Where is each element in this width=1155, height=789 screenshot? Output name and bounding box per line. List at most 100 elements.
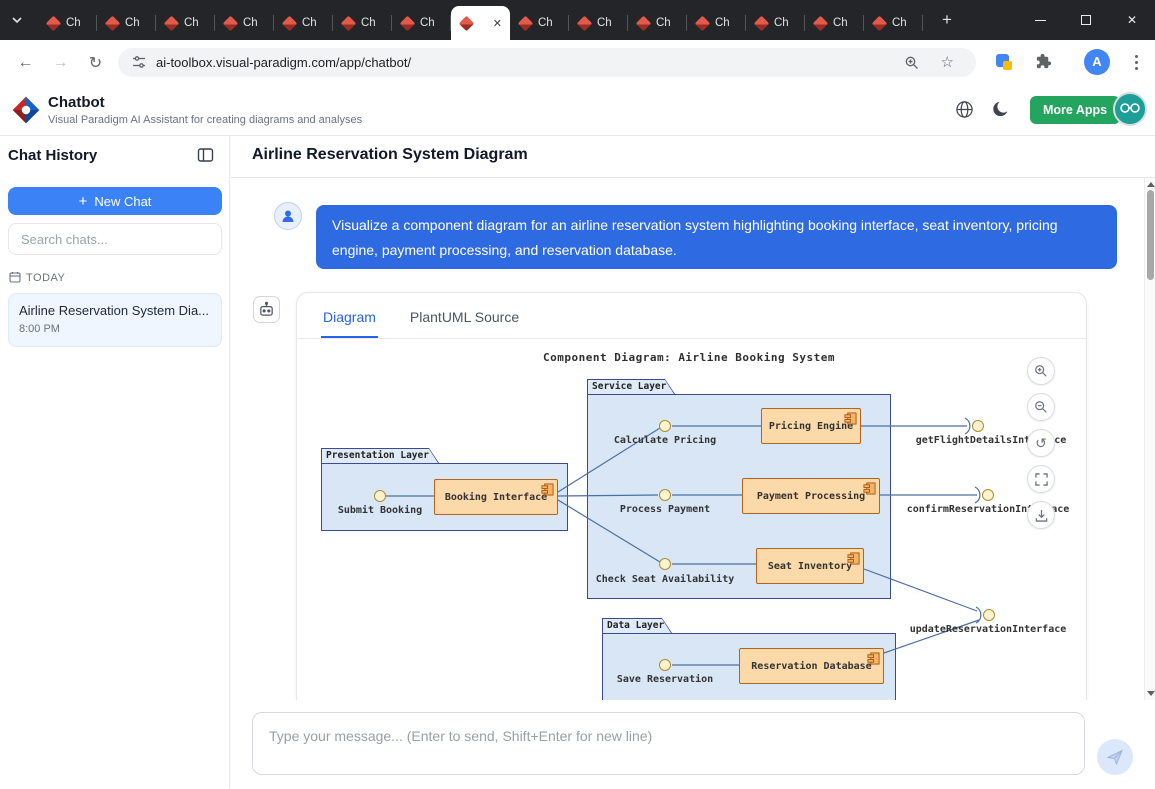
component-icon bbox=[541, 483, 554, 496]
reload-button[interactable]: ↻ bbox=[82, 49, 109, 76]
tab-label: Ch bbox=[66, 17, 81, 29]
forward-button[interactable]: → bbox=[47, 49, 74, 76]
today-calendar-icon bbox=[9, 271, 21, 283]
browser-tab[interactable]: Ch bbox=[510, 6, 569, 40]
component-reservation-database: Reservation Database bbox=[739, 648, 884, 684]
component-payment-processing: Payment Processing bbox=[742, 478, 880, 514]
browser-tab[interactable]: Ch bbox=[569, 6, 628, 40]
component-pricing-engine: Pricing Engine bbox=[761, 408, 861, 444]
minimize-button[interactable] bbox=[1017, 0, 1063, 40]
reset-zoom-button[interactable]: ↺ bbox=[1027, 429, 1055, 457]
send-button[interactable] bbox=[1097, 739, 1133, 775]
zoom-in-button[interactable] bbox=[1027, 357, 1055, 385]
interface-label: Process Payment bbox=[620, 504, 710, 515]
browser-profile-avatar[interactable]: A bbox=[1084, 49, 1110, 75]
interface-circle-submit-booking bbox=[374, 490, 386, 502]
language-globe-icon[interactable] bbox=[955, 100, 974, 119]
bookmark-star-icon[interactable]: ☆ bbox=[941, 53, 954, 71]
tab-favicon-icon bbox=[518, 15, 534, 31]
chat-scrollbar[interactable] bbox=[1144, 178, 1155, 700]
tab-favicon-icon bbox=[636, 15, 652, 31]
browser-tab[interactable]: Ch bbox=[805, 6, 864, 40]
browser-tab[interactable]: Ch bbox=[392, 6, 451, 40]
browser-tab[interactable]: Ch bbox=[38, 6, 97, 40]
maximize-button[interactable] bbox=[1063, 0, 1109, 40]
scrollbar-up-arrow[interactable] bbox=[1147, 182, 1155, 187]
message-composer bbox=[231, 700, 1155, 789]
browser-tab-active[interactable]: ✕ bbox=[451, 6, 510, 40]
user-message-bubble: Visualize a component diagram for an air… bbox=[316, 205, 1117, 269]
conversation-title-bar: Airline Reservation System Diagram bbox=[231, 136, 1155, 178]
tab-favicon-icon bbox=[577, 15, 593, 31]
tab-label: Ch bbox=[361, 17, 376, 29]
tab-label: Ch bbox=[243, 17, 258, 29]
interface-circle-save-reservation bbox=[659, 659, 671, 671]
message-input-box bbox=[252, 712, 1085, 775]
component-booking-interface: Booking Interface bbox=[434, 479, 558, 515]
chat-messages-area: Visualize a component diagram for an air… bbox=[231, 178, 1155, 700]
zoom-out-button[interactable] bbox=[1027, 393, 1055, 421]
tab-plantuml-source[interactable]: PlantUML Source bbox=[408, 309, 521, 338]
tab-favicon-icon bbox=[341, 15, 357, 31]
tab-close-icon[interactable]: ✕ bbox=[493, 17, 502, 30]
tab-favicon-icon bbox=[813, 15, 829, 31]
chat-history-item[interactable]: Airline Reservation System Dia... 8:00 P… bbox=[8, 293, 222, 347]
tab-favicon-icon bbox=[400, 15, 416, 31]
dark-mode-moon-icon[interactable] bbox=[992, 100, 1010, 118]
site-settings-icon[interactable] bbox=[131, 54, 147, 70]
browser-tab[interactable]: Ch bbox=[746, 6, 805, 40]
tab-label: Ch bbox=[656, 17, 671, 29]
browser-tab[interactable]: Ch bbox=[97, 6, 156, 40]
search-chats-input[interactable] bbox=[8, 223, 222, 255]
message-input[interactable] bbox=[253, 713, 1084, 774]
send-plane-icon bbox=[1106, 748, 1124, 766]
main-panel: Airline Reservation System Diagram Visua… bbox=[231, 136, 1155, 789]
browser-tab[interactable]: Ch bbox=[274, 6, 333, 40]
browser-tab[interactable]: Ch bbox=[687, 6, 746, 40]
tab-label: Ch bbox=[184, 17, 199, 29]
browser-tab[interactable]: Ch bbox=[156, 6, 215, 40]
browser-tab[interactable]: Ch bbox=[628, 6, 687, 40]
tab-favicon-icon bbox=[282, 15, 298, 31]
tab-label: Ch bbox=[715, 17, 730, 29]
scrollbar-down-arrow[interactable] bbox=[1147, 691, 1155, 696]
more-apps-button[interactable]: More Apps bbox=[1030, 96, 1120, 124]
tab-favicon-icon bbox=[105, 15, 121, 31]
interface-label: Submit Booking bbox=[338, 505, 422, 516]
tab-favicon-icon bbox=[754, 15, 770, 31]
app-title: Chatbot bbox=[48, 94, 105, 111]
extension-colored-icon[interactable] bbox=[994, 52, 1014, 72]
app-subtitle: Visual Paradigm AI Assistant for creatin… bbox=[48, 114, 362, 126]
close-button[interactable]: ✕ bbox=[1109, 0, 1155, 40]
tab-label: Ch bbox=[892, 17, 907, 29]
browser-menu-icon[interactable] bbox=[1128, 51, 1144, 73]
diagram-zoom-controls: ↺ bbox=[1027, 357, 1055, 529]
scrollbar-thumb[interactable] bbox=[1147, 190, 1154, 280]
chat-history-sidebar: Chat History + New Chat TODAY Airline Re… bbox=[0, 136, 230, 789]
url-text[interactable]: ai-toolbox.visual-paradigm.com/app/chatb… bbox=[156, 48, 411, 77]
back-button[interactable]: ← bbox=[12, 49, 39, 76]
collapse-sidebar-icon[interactable] bbox=[197, 147, 214, 163]
address-bar[interactable]: ai-toolbox.visual-paradigm.com/app/chatb… bbox=[118, 48, 976, 77]
new-tab-button[interactable]: + bbox=[936, 9, 958, 31]
fullscreen-button[interactable] bbox=[1027, 465, 1055, 493]
browser-tab[interactable]: Ch bbox=[215, 6, 274, 40]
diagram-connector-lines bbox=[301, 343, 1077, 700]
interface-circle-get-flight-details bbox=[972, 420, 984, 432]
extensions-puzzle-icon[interactable] bbox=[1034, 52, 1053, 71]
interface-label: Check Seat Availability bbox=[596, 574, 734, 585]
browser-tab[interactable]: Ch bbox=[864, 6, 923, 40]
zoom-level-icon[interactable] bbox=[904, 55, 920, 71]
tab-search-chevron-icon[interactable] bbox=[11, 14, 23, 26]
interface-label: updateReservationInterface bbox=[910, 624, 1067, 635]
tab-label: Ch bbox=[597, 17, 612, 29]
download-button[interactable] bbox=[1027, 501, 1055, 529]
interface-circle-confirm-reservation bbox=[982, 489, 994, 501]
new-chat-button[interactable]: + New Chat bbox=[8, 187, 222, 215]
tab-label: Ch bbox=[420, 17, 435, 29]
tab-diagram[interactable]: Diagram bbox=[321, 309, 378, 338]
browser-tab[interactable]: Ch bbox=[333, 6, 392, 40]
account-avatar[interactable] bbox=[1113, 92, 1147, 126]
browser-toolbar: ← → ↻ ai-toolbox.visual-paradigm.com/app… bbox=[0, 40, 1155, 85]
plus-icon: + bbox=[79, 193, 88, 210]
